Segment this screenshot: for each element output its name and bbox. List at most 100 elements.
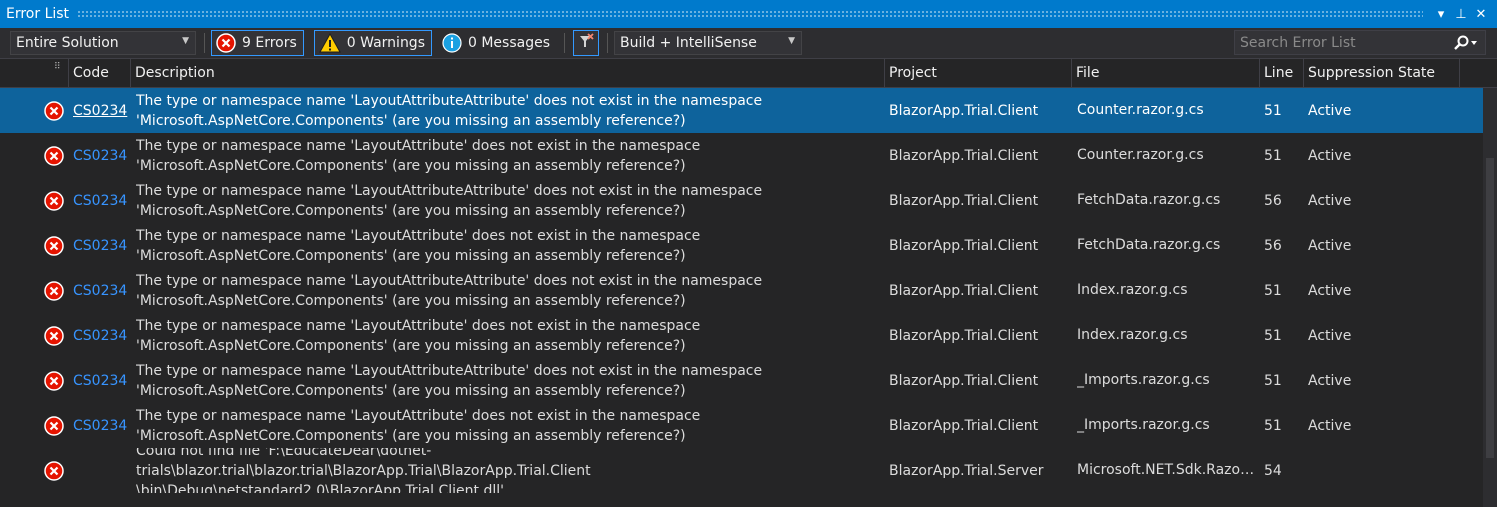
error-file: Index.razor.g.cs <box>1077 282 1188 298</box>
error-project: BlazorApp.Trial.Client <box>889 102 1039 119</box>
error-code-link[interactable]: CS0234 <box>73 88 129 133</box>
clear-filter-button[interactable] <box>573 30 600 56</box>
description-line-2: 'Microsoft.AspNetCore.Components' (are y… <box>136 202 686 219</box>
column-header-code[interactable]: Code <box>68 59 130 87</box>
error-project: BlazorApp.Trial.Client <box>889 327 1039 344</box>
search-input[interactable] <box>1235 33 1445 52</box>
error-line: 51 <box>1264 372 1282 389</box>
warning-icon <box>318 33 341 53</box>
table-row[interactable]: CS0234 The type or namespace name 'Layou… <box>0 88 1497 133</box>
clear-filter-icon <box>577 32 595 54</box>
column-chooser-icon[interactable]: ⠿ <box>54 53 61 81</box>
error-description: The type or namespace name 'LayoutAttrib… <box>136 133 881 178</box>
table-row[interactable]: CS0234 The type or namespace name 'Layou… <box>0 223 1497 268</box>
error-project: BlazorApp.Trial.Client <box>889 192 1039 209</box>
table-row[interactable]: CS0234 The type or namespace name 'Layou… <box>0 403 1497 448</box>
error-code-link[interactable]: CS0234 <box>73 223 129 268</box>
error-description: The type or namespace name 'LayoutAttrib… <box>136 403 881 448</box>
pin-icon[interactable]: ⊥ <box>1451 7 1471 22</box>
error-file: Counter.razor.g.cs <box>1077 102 1204 118</box>
error-description: The type or namespace name 'LayoutAttrib… <box>136 313 881 358</box>
error-file: Index.razor.g.cs <box>1077 327 1188 343</box>
error-suppression-state: Active <box>1308 237 1352 254</box>
error-icon <box>40 178 68 223</box>
error-icon <box>40 448 68 493</box>
description-line-2: 'Microsoft.AspNetCore.Components' (are y… <box>136 337 686 354</box>
error-file: Microsoft.NET.Sdk.Razor.... <box>1077 462 1257 478</box>
column-header-project[interactable]: Project <box>884 59 1071 87</box>
description-line-1: Could not find file 'F:\EducateDear\dotn… <box>136 448 591 479</box>
toolbar-separator <box>204 33 205 53</box>
error-code-link[interactable]: CS0234 <box>73 358 129 403</box>
error-file: _Imports.razor.g.cs <box>1077 417 1210 433</box>
column-header-line[interactable]: Line <box>1259 59 1303 87</box>
error-icon <box>40 403 68 448</box>
error-file: Counter.razor.g.cs <box>1077 147 1204 163</box>
error-suppression-state: Active <box>1308 327 1352 344</box>
close-icon[interactable]: ✕ <box>1471 7 1491 22</box>
description-line-2: 'Microsoft.AspNetCore.Components' (are y… <box>136 112 686 129</box>
error-line: 56 <box>1264 192 1282 209</box>
window-menu-dropdown-icon[interactable]: ▾ <box>1431 7 1451 22</box>
error-line: 54 <box>1264 462 1282 479</box>
description-line-1: The type or namespace name 'LayoutAttrib… <box>136 137 701 154</box>
error-code-link[interactable]: CS0234 <box>73 403 129 448</box>
table-row[interactable]: CS0234 The type or namespace name 'Layou… <box>0 178 1497 223</box>
error-code-link[interactable]: CS0234 <box>73 178 129 223</box>
search-icon[interactable] <box>1445 35 1485 51</box>
error-project: BlazorApp.Trial.Client <box>889 282 1039 299</box>
table-row[interactable]: Could not find file 'F:\EducateDear\dotn… <box>0 448 1497 493</box>
error-description: The type or namespace name 'LayoutAttrib… <box>136 223 881 268</box>
chevron-down-icon: ▼ <box>182 36 189 46</box>
error-description: The type or namespace name 'LayoutAttrib… <box>136 178 881 223</box>
vertical-scrollbar[interactable] <box>1483 88 1497 507</box>
description-line-1: The type or namespace name 'LayoutAttrib… <box>136 272 763 289</box>
messages-count-label: 0 Messages <box>468 35 551 51</box>
column-header-suppression-state[interactable]: Suppression State <box>1303 59 1459 87</box>
error-suppression-state: Active <box>1308 147 1352 164</box>
error-code-link[interactable]: CS0234 <box>73 133 129 178</box>
build-source-dropdown[interactable]: Build + IntelliSense ▼ <box>614 31 803 55</box>
search-box <box>1234 30 1486 55</box>
chevron-down-icon: ▼ <box>788 36 796 46</box>
error-suppression-state: Active <box>1308 102 1352 119</box>
description-line-1: The type or namespace name 'LayoutAttrib… <box>136 227 701 244</box>
errors-filter-toggle[interactable]: 9 Errors <box>211 30 304 56</box>
scrollbar-thumb[interactable] <box>1486 158 1494 458</box>
table-row[interactable]: CS0234 The type or namespace name 'Layou… <box>0 313 1497 358</box>
error-suppression-state: Active <box>1308 282 1352 299</box>
error-description: The type or namespace name 'LayoutAttrib… <box>136 88 881 133</box>
warnings-filter-toggle[interactable]: 0 Warnings <box>313 30 432 56</box>
description-line-2: 'Microsoft.AspNetCore.Components' (are y… <box>136 247 686 264</box>
messages-filter-toggle[interactable]: 0 Messages <box>438 30 556 56</box>
table-row[interactable]: CS0234 The type or namespace name 'Layou… <box>0 358 1497 403</box>
error-icon <box>40 133 68 178</box>
error-project: BlazorApp.Trial.Client <box>889 372 1039 389</box>
error-code-link[interactable]: CS0234 <box>73 268 129 313</box>
description-line-1: The type or namespace name 'LayoutAttrib… <box>136 362 763 379</box>
table-row[interactable]: CS0234 The type or namespace name 'Layou… <box>0 133 1497 178</box>
error-code-link[interactable] <box>73 448 129 493</box>
error-table: CS0234 The type or namespace name 'Layou… <box>0 88 1497 493</box>
drag-grip[interactable] <box>77 10 1423 18</box>
column-header-file[interactable]: File <box>1071 59 1259 87</box>
error-icon <box>40 358 68 403</box>
description-line-2: 'Microsoft.AspNetCore.Components' (are y… <box>136 427 686 444</box>
error-line: 51 <box>1264 147 1282 164</box>
error-list-title-bar: Error List ▾ ⊥ ✕ <box>0 0 1497 28</box>
description-line-2: \bin\Debug\netstandard2.0\BlazorApp.Tria… <box>136 482 509 494</box>
build-source-value: Build + IntelliSense <box>620 35 757 51</box>
error-line: 51 <box>1264 282 1282 299</box>
column-header-description[interactable]: Description <box>130 59 884 87</box>
error-line: 51 <box>1264 327 1282 344</box>
table-row[interactable]: CS0234 The type or namespace name 'Layou… <box>0 268 1497 313</box>
error-code-link[interactable]: CS0234 <box>73 313 129 358</box>
error-suppression-state: Active <box>1308 192 1352 209</box>
error-file: FetchData.razor.g.cs <box>1077 237 1221 253</box>
description-line-1: The type or namespace name 'LayoutAttrib… <box>136 317 701 334</box>
window-title: Error List <box>6 6 70 22</box>
toolbar-separator <box>607 33 609 53</box>
column-header-severity[interactable]: ⠿ <box>0 59 68 87</box>
error-suppression-state <box>1308 448 1458 493</box>
scope-dropdown[interactable]: Entire Solution ▼ <box>10 31 196 55</box>
